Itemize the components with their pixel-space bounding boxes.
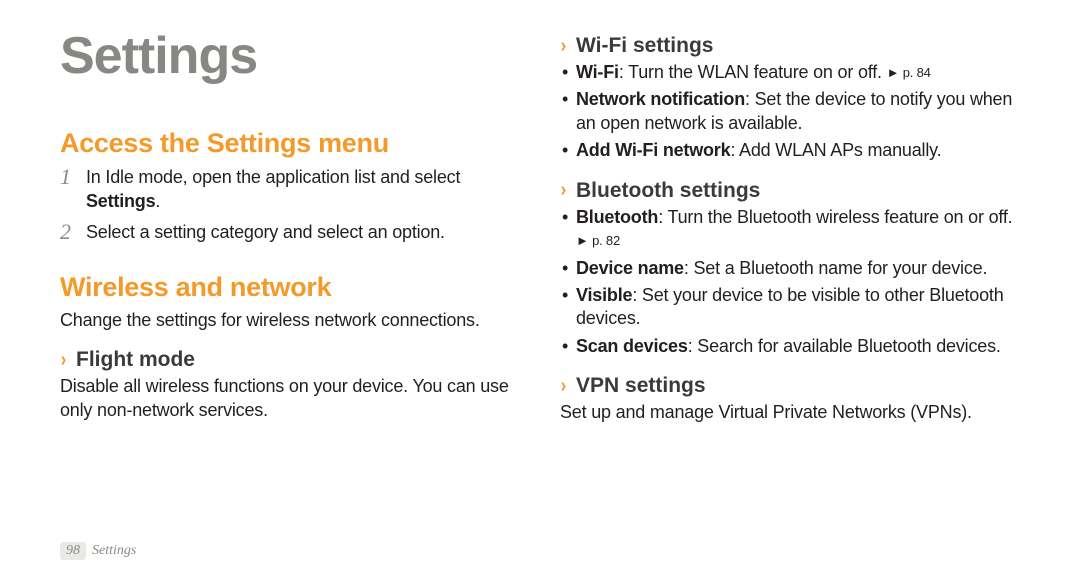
subheading-label: Wi-Fi settings [576,34,713,57]
step-text-pre: Select a setting category and select an … [86,222,445,242]
bullet-text: : Set your device to be visible to other… [576,285,1004,328]
bullet-bold: Bluetooth [576,207,658,227]
list-item: Network notification: Set the device to … [560,88,1020,135]
page-number: 98 [60,542,86,560]
bullet-bold: Visible [576,285,632,305]
footer: 98 Settings [60,542,136,560]
page-title: Settings [60,30,520,82]
steps-list: 1 In Idle mode, open the application lis… [60,165,520,244]
wireless-intro: Change the settings for wireless network… [60,309,520,332]
wifi-block: › Wi-Fi settings Wi-Fi: Turn the WLAN fe… [560,34,1020,163]
bullet-bold: Scan devices [576,336,688,356]
bullet-ref: ► p. 82 [576,233,620,248]
bullet-bold: Device name [576,258,684,278]
bullet-text: : Turn the Bluetooth wireless feature on… [658,207,1012,227]
subheading-label: VPN settings [576,374,706,397]
step-2: 2 Select a setting category and select a… [60,220,520,244]
bullet-bold: Wi-Fi [576,62,619,82]
bullet-text: : Turn the WLAN feature on or off. [619,62,887,82]
footer-section: Settings [92,543,136,559]
heading-access-settings: Access the Settings menu [60,128,520,159]
flight-mode-body: Disable all wireless functions on your d… [60,375,520,422]
list-item: Wi-Fi: Turn the WLAN feature on or off. … [560,61,1020,84]
bullet-ref: ► p. 84 [887,65,931,80]
bullet-text: : Search for available Bluetooth devices… [688,336,1001,356]
list-item: Device name: Set a Bluetooth name for yo… [560,257,1020,280]
wifi-bullets: Wi-Fi: Turn the WLAN feature on or off. … [560,61,1020,163]
bluetooth-block: › Bluetooth settings Bluetooth: Turn the… [560,179,1020,358]
list-item: Add Wi-Fi network: Add WLAN APs manually… [560,139,1020,162]
list-item: Bluetooth: Turn the Bluetooth wireless f… [560,206,1020,253]
step-text: In Idle mode, open the application list … [86,165,520,214]
subheading-label: Flight mode [76,348,195,371]
heading-wireless-network: Wireless and network [60,272,520,303]
bullet-bold: Add Wi-Fi network [576,140,730,160]
bullet-bold: Network notification [576,89,745,109]
chevron-icon: › [561,379,568,393]
step-text-post: . [155,191,160,211]
chevron-icon: › [561,183,568,197]
bullet-text: : Add WLAN APs manually. [730,140,941,160]
step-text-pre: In Idle mode, open the application list … [86,167,460,187]
step-number: 2 [60,220,76,244]
step-number: 1 [60,165,76,214]
vpn-block: › VPN settings Set up and manage Virtual… [560,374,1020,424]
chevron-icon: › [61,353,68,367]
step-text-bold: Settings [86,191,155,211]
step-text: Select a setting category and select an … [86,220,445,244]
subheading-wifi-settings: › Wi-Fi settings [560,34,1020,57]
subheading-bluetooth-settings: › Bluetooth settings [560,179,1020,202]
right-column: › Wi-Fi settings Wi-Fi: Turn the WLAN fe… [560,30,1020,558]
bluetooth-bullets: Bluetooth: Turn the Bluetooth wireless f… [560,206,1020,358]
list-item: Scan devices: Search for available Bluet… [560,335,1020,358]
subheading-vpn-settings: › VPN settings [560,374,1020,397]
vpn-body: Set up and manage Virtual Private Networ… [560,401,1020,424]
chevron-icon: › [561,39,568,53]
left-column: Settings Access the Settings menu 1 In I… [60,30,520,558]
columns: Settings Access the Settings menu 1 In I… [60,30,1020,558]
subheading-label: Bluetooth settings [576,179,760,202]
list-item: Visible: Set your device to be visible t… [560,284,1020,331]
bullet-text: : Set a Bluetooth name for your device. [684,258,987,278]
page: Settings Access the Settings menu 1 In I… [0,0,1080,586]
subheading-flight-mode: › Flight mode [60,348,520,371]
step-1: 1 In Idle mode, open the application lis… [60,165,520,214]
